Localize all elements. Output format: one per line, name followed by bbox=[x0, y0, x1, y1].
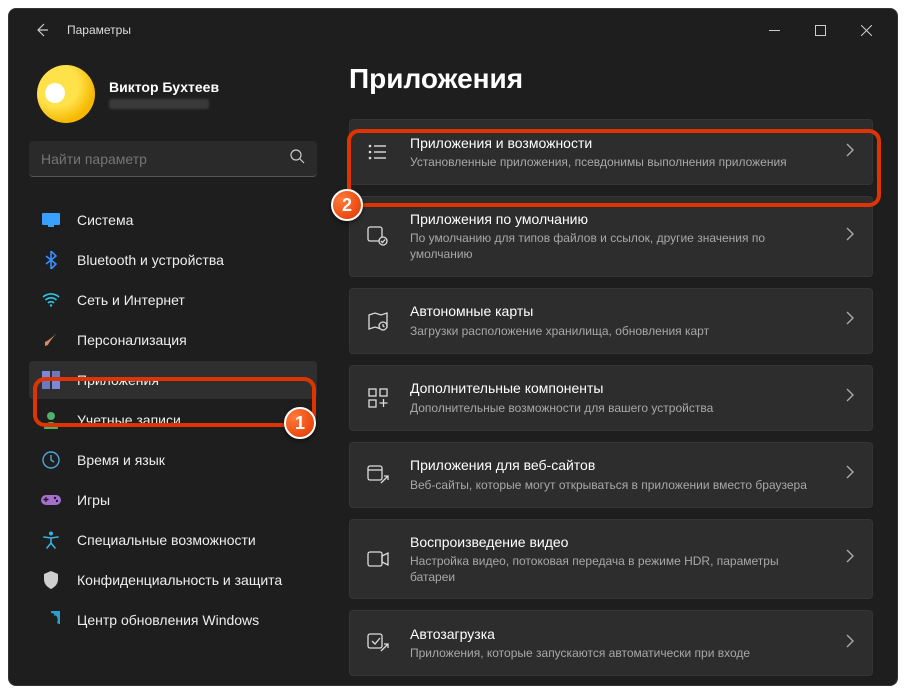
card-title: Автономные карты bbox=[410, 302, 826, 320]
chevron-right-icon bbox=[846, 388, 854, 407]
settings-card-weblink[interactable]: Приложения для веб-сайтов Веб-сайты, кот… bbox=[349, 442, 873, 508]
accessibility-icon bbox=[41, 530, 61, 550]
sidebar-item-update[interactable]: Центр обновления Windows bbox=[29, 601, 317, 639]
close-button[interactable] bbox=[843, 14, 889, 46]
sidebar-item-wifi[interactable]: Сеть и Интернет bbox=[29, 281, 317, 319]
card-title: Приложения по умолчанию bbox=[410, 210, 826, 228]
card-title: Автозагрузка bbox=[410, 625, 826, 643]
shield-icon bbox=[41, 570, 61, 590]
sidebar-item-label: Учетные записи bbox=[77, 412, 181, 428]
minimize-icon bbox=[769, 25, 780, 36]
grid-icon bbox=[366, 388, 390, 408]
chevron-right-icon bbox=[846, 465, 854, 484]
weblink-icon bbox=[366, 465, 390, 485]
sidebar-item-label: Персонализация bbox=[77, 332, 187, 348]
search-icon bbox=[289, 148, 305, 169]
sidebar-item-apps[interactable]: Приложения bbox=[29, 361, 317, 399]
timelang-icon bbox=[41, 450, 61, 470]
video-icon bbox=[366, 551, 390, 567]
card-subtitle: Загрузки расположение хранилища, обновле… bbox=[410, 323, 826, 339]
settings-card-video[interactable]: Воспроизведение видео Настройка видео, п… bbox=[349, 519, 873, 600]
maximize-button[interactable] bbox=[797, 14, 843, 46]
sidebar-item-timelang[interactable]: Время и язык bbox=[29, 441, 317, 479]
user-email-blurred bbox=[109, 99, 209, 109]
card-subtitle: По умолчанию для типов файлов и ссылок, … bbox=[410, 230, 826, 262]
sidebar-item-brush[interactable]: Персонализация bbox=[29, 321, 317, 359]
marker-1: 1 bbox=[284, 407, 316, 439]
sidebar-item-label: Приложения bbox=[77, 372, 159, 388]
card-title: Приложения для веб-сайтов bbox=[410, 456, 826, 474]
bluetooth-icon bbox=[41, 250, 61, 270]
titlebar: Параметры bbox=[9, 9, 897, 51]
window-title: Параметры bbox=[67, 23, 751, 37]
chevron-right-icon bbox=[846, 311, 854, 330]
back-button[interactable] bbox=[25, 13, 59, 47]
settings-card-startup[interactable]: Автозагрузка Приложения, которые запуска… bbox=[349, 610, 873, 676]
arrow-left-icon bbox=[34, 22, 50, 38]
nav-list: Система Bluetooth и устройства Сеть и Инте… bbox=[29, 201, 317, 639]
default-icon bbox=[366, 226, 390, 246]
maximize-icon bbox=[815, 25, 826, 36]
profile-block[interactable]: Виктор Бухтеев bbox=[29, 55, 317, 141]
games-icon bbox=[41, 490, 61, 510]
settings-cards: Приложения и возможности Установленные п… bbox=[349, 119, 873, 676]
chevron-right-icon bbox=[846, 227, 854, 246]
main-panel: Приложения Приложения и возможности Уста… bbox=[327, 51, 897, 685]
sidebar-item-label: Специальные возможности bbox=[77, 532, 256, 548]
update-icon bbox=[41, 610, 61, 630]
card-subtitle: Установленные приложения, псевдонимы вып… bbox=[410, 154, 826, 170]
sidebar-item-label: Bluetooth и устройства bbox=[77, 252, 224, 268]
list-icon bbox=[366, 143, 390, 161]
sidebar: Виктор Бухтеев Система Bluetooth и устрой… bbox=[9, 51, 327, 685]
settings-card-grid[interactable]: Дополнительные компоненты Дополнительные… bbox=[349, 365, 873, 431]
user-name: Виктор Бухтеев bbox=[109, 79, 219, 96]
sidebar-item-system[interactable]: Система bbox=[29, 201, 317, 239]
sidebar-item-bluetooth[interactable]: Bluetooth и устройства bbox=[29, 241, 317, 279]
card-subtitle: Настройка видео, потоковая передача в ре… bbox=[410, 553, 826, 585]
avatar bbox=[37, 65, 95, 123]
card-subtitle: Приложения, которые запускаются автомати… bbox=[410, 645, 826, 661]
card-subtitle: Дополнительные возможности для вашего ус… bbox=[410, 400, 826, 416]
system-icon bbox=[41, 210, 61, 230]
window-controls bbox=[751, 14, 889, 46]
page-title: Приложения bbox=[349, 63, 873, 95]
chevron-right-icon bbox=[846, 634, 854, 653]
sidebar-item-label: Система bbox=[77, 212, 133, 228]
chevron-right-icon bbox=[846, 549, 854, 568]
sidebar-item-label: Игры bbox=[77, 492, 110, 508]
card-title: Воспроизведение видео bbox=[410, 533, 826, 551]
minimize-button[interactable] bbox=[751, 14, 797, 46]
settings-card-default[interactable]: Приложения по умолчанию По умолчанию для… bbox=[349, 196, 873, 277]
marker-2: 2 bbox=[331, 189, 363, 221]
card-title: Приложения и возможности bbox=[410, 134, 826, 152]
sidebar-item-label: Центр обновления Windows bbox=[77, 612, 259, 628]
map-icon bbox=[366, 311, 390, 331]
settings-card-list[interactable]: Приложения и возможности Установленные п… bbox=[349, 119, 873, 185]
user-icon bbox=[41, 410, 61, 430]
search-box[interactable] bbox=[29, 141, 317, 177]
startup-icon bbox=[366, 633, 390, 653]
sidebar-item-shield[interactable]: Конфиденциальность и защита bbox=[29, 561, 317, 599]
search-input[interactable] bbox=[41, 151, 289, 167]
sidebar-item-accessibility[interactable]: Специальные возможности bbox=[29, 521, 317, 559]
sidebar-item-label: Сеть и Интернет bbox=[77, 292, 185, 308]
card-subtitle: Веб-сайты, которые могут открываться в п… bbox=[410, 477, 826, 493]
wifi-icon bbox=[41, 290, 61, 310]
sidebar-item-label: Время и язык bbox=[77, 452, 165, 468]
sidebar-item-user[interactable]: Учетные записи bbox=[29, 401, 317, 439]
settings-card-map[interactable]: Автономные карты Загрузки расположение х… bbox=[349, 288, 873, 354]
apps-icon bbox=[41, 370, 61, 390]
close-icon bbox=[861, 25, 872, 36]
sidebar-item-games[interactable]: Игры bbox=[29, 481, 317, 519]
brush-icon bbox=[41, 330, 61, 350]
settings-window: Параметры Виктор Бухтеев СистемаBluet bbox=[8, 8, 898, 686]
card-title: Дополнительные компоненты bbox=[410, 379, 826, 397]
sidebar-item-label: Конфиденциальность и защита bbox=[77, 572, 282, 588]
chevron-right-icon bbox=[846, 143, 854, 162]
